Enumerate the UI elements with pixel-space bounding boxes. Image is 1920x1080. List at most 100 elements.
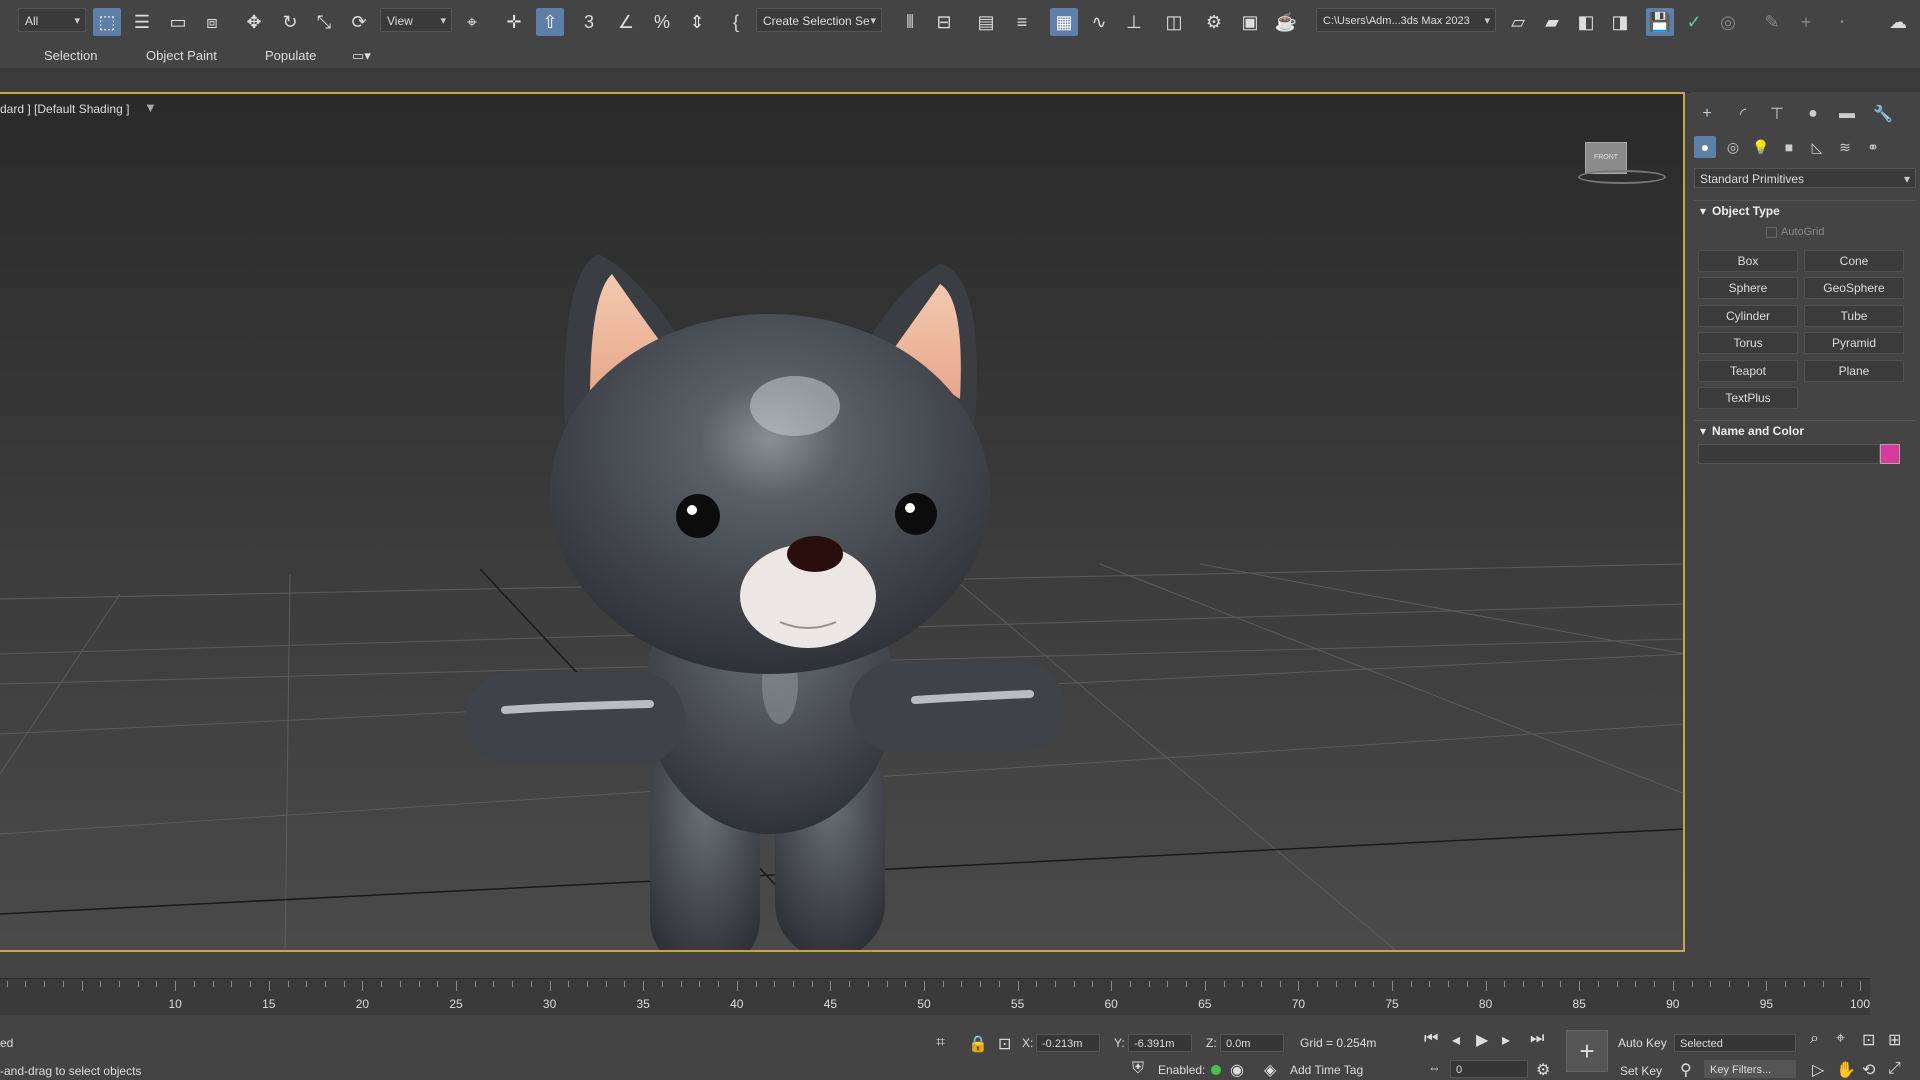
rendered-frame-window-icon[interactable]: ▣: [1236, 8, 1264, 36]
orbit-icon[interactable]: ⟲: [1862, 1060, 1875, 1080]
perspective-viewport[interactable]: dard ] [Default Shading ] ▼ FRONT: [0, 92, 1685, 952]
timeline-ruler[interactable]: 10 15 20 25 30 35 40 45 50 55 60 65 70 75 80 85 90 95 100: [0, 978, 1870, 1015]
field-of-view-icon[interactable]: ▷: [1812, 1060, 1824, 1080]
zoom-all-icon[interactable]: ⌖: [1836, 1030, 1845, 1048]
scene-explorer-icon[interactable]: ▦: [1050, 8, 1078, 36]
pan-icon[interactable]: ✋: [1836, 1060, 1856, 1080]
sphere-button[interactable]: Sphere: [1698, 277, 1798, 299]
object-color-swatch[interactable]: [1880, 444, 1900, 464]
selection-filter-dropdown[interactable]: All: [18, 8, 86, 33]
check-icon[interactable]: ✓: [1680, 8, 1708, 36]
project-open-icon[interactable]: ▰: [1538, 8, 1566, 36]
create-tab-icon[interactable]: +: [1694, 102, 1720, 126]
play-icon[interactable]: ▶: [1476, 1030, 1488, 1050]
snaps-toggle-icon[interactable]: 3: [575, 8, 603, 36]
material-editor-icon[interactable]: ◫: [1160, 8, 1188, 36]
key-mode-icon[interactable]: ⇔: [1428, 1060, 1441, 1075]
teapot-button[interactable]: Teapot: [1698, 360, 1798, 382]
key-selection-dropdown[interactable]: Selected: [1674, 1034, 1796, 1052]
viewcube-compass[interactable]: [1578, 170, 1666, 184]
add-time-tag[interactable]: Add Time Tag: [1290, 1063, 1363, 1077]
object-type-rollout[interactable]: Object Type: [1694, 200, 1916, 221]
window-crossing-icon[interactable]: ⧈: [198, 8, 226, 36]
auto-key-button[interactable]: Auto Key: [1618, 1036, 1667, 1050]
pyramid-button[interactable]: Pyramid: [1804, 332, 1904, 354]
project-settings-icon[interactable]: ◨: [1606, 8, 1634, 36]
geosphere-button[interactable]: GeoSphere: [1804, 277, 1904, 299]
utilities-tab-icon[interactable]: 🔧: [1870, 102, 1896, 126]
z-coordinate-field[interactable]: 0.0m: [1220, 1034, 1284, 1052]
autogrid-checkbox[interactable]: AutoGrid: [1766, 226, 1824, 238]
teapot-icon[interactable]: ☁: [1884, 8, 1912, 36]
key-filter-icon[interactable]: ⚲: [1680, 1060, 1692, 1080]
maximize-viewport-icon[interactable]: ⤢: [1888, 1060, 1901, 1078]
previous-frame-icon[interactable]: ◂: [1452, 1030, 1460, 1050]
rectangular-selection-icon[interactable]: ▭: [164, 8, 192, 36]
object-name-field[interactable]: [1698, 444, 1880, 464]
display-tab-icon[interactable]: ▬: [1834, 102, 1860, 126]
adaptive-degradation-icon[interactable]: ⛨: [1132, 1060, 1144, 1078]
fingerprint-icon[interactable]: ◎: [1714, 8, 1742, 36]
mirror-icon[interactable]: ⫴: [896, 8, 924, 36]
hierarchy-tab-icon[interactable]: ⊤: [1764, 102, 1790, 126]
paint-brush-icon[interactable]: ✎: [1758, 8, 1786, 36]
percent-snap-icon[interactable]: %: [648, 8, 676, 36]
systems-icon[interactable]: ⚭: [1862, 136, 1884, 158]
key-filters-button[interactable]: Key Filters...: [1704, 1060, 1796, 1078]
curve-editor-icon[interactable]: ∿: [1085, 8, 1113, 36]
next-frame-icon[interactable]: ▸: [1502, 1030, 1510, 1050]
space-warps-icon[interactable]: ≋: [1834, 136, 1856, 158]
spinner-snap-icon[interactable]: ⇕: [683, 8, 711, 36]
y-coordinate-field[interactable]: -6.391m: [1128, 1034, 1192, 1052]
time-configuration-icon[interactable]: ⚙: [1536, 1060, 1550, 1080]
align-icon[interactable]: ⊟: [930, 8, 958, 36]
set-key-button[interactable]: Set Key: [1620, 1064, 1662, 1078]
lock-icon[interactable]: 🔒: [968, 1034, 988, 1054]
cone-button[interactable]: Cone: [1804, 250, 1904, 272]
pivot-center-icon[interactable]: ⌖: [458, 8, 486, 36]
scale-icon[interactable]: ⤡: [310, 8, 338, 36]
textplus-button[interactable]: TextPlus: [1698, 387, 1798, 409]
isolate-icon[interactable]: ⌗: [936, 1034, 945, 1052]
modify-tab-icon[interactable]: ◜: [1730, 102, 1756, 126]
select-by-name-icon[interactable]: ☰: [128, 8, 156, 36]
x-coordinate-field[interactable]: -0.213m: [1036, 1034, 1100, 1052]
geometry-icon[interactable]: ●: [1694, 136, 1716, 158]
zoom-icon[interactable]: ⌕: [1810, 1030, 1819, 1048]
render-setup-icon[interactable]: ⚙: [1200, 8, 1228, 36]
select-manipulate-icon[interactable]: ✛: [500, 8, 528, 36]
layer-explorer-icon[interactable]: ▤: [972, 8, 1000, 36]
tube-button[interactable]: Tube: [1804, 305, 1904, 327]
time-tag-icon[interactable]: ◈: [1264, 1060, 1276, 1080]
go-to-start-icon[interactable]: ⏮: [1424, 1030, 1438, 1048]
go-to-end-icon[interactable]: ⏭: [1530, 1030, 1544, 1048]
plane-button[interactable]: Plane: [1804, 360, 1904, 382]
shapes-icon[interactable]: ◎: [1722, 136, 1744, 158]
project-folder-icon[interactable]: ▱: [1504, 8, 1532, 36]
select-object-icon[interactable]: ⬚: [93, 8, 121, 36]
tab-selection[interactable]: Selection: [44, 48, 97, 63]
name-and-color-rollout[interactable]: Name and Color: [1694, 420, 1916, 441]
cylinder-button[interactable]: Cylinder: [1698, 305, 1798, 327]
project-path-dropdown[interactable]: C:\Users\Adm...3ds Max 2023: [1316, 8, 1496, 33]
reference-coordinate-dropdown[interactable]: View: [380, 8, 452, 33]
angle-snap-icon[interactable]: ∠: [612, 8, 640, 36]
render-production-icon[interactable]: ☕: [1272, 8, 1300, 36]
project-save-icon[interactable]: ◧: [1572, 8, 1600, 36]
set-keys-icon[interactable]: +: [1566, 1030, 1608, 1072]
current-frame-field[interactable]: 0: [1450, 1060, 1528, 1078]
tab-populate[interactable]: Populate: [265, 48, 316, 63]
toggle-ribbon-icon[interactable]: ≡: [1008, 8, 1036, 36]
primitive-category-dropdown[interactable]: Standard Primitives: [1694, 168, 1916, 189]
lights-icon[interactable]: 💡: [1750, 136, 1772, 158]
box-button[interactable]: Box: [1698, 250, 1798, 272]
cameras-icon[interactable]: ■: [1778, 136, 1800, 158]
named-selection-dropdown[interactable]: Create Selection Se: [756, 8, 882, 33]
save-icon[interactable]: 💾: [1646, 8, 1674, 36]
torus-button[interactable]: Torus: [1698, 332, 1798, 354]
tab-object-paint[interactable]: Object Paint: [146, 48, 217, 63]
zoom-extents-icon[interactable]: ⊡: [1862, 1030, 1875, 1050]
keyboard-shortcut-override-icon[interactable]: ⇧: [536, 8, 564, 36]
edit-named-selection-icon[interactable]: {: [722, 8, 750, 36]
plus-icon[interactable]: +: [1792, 8, 1820, 36]
